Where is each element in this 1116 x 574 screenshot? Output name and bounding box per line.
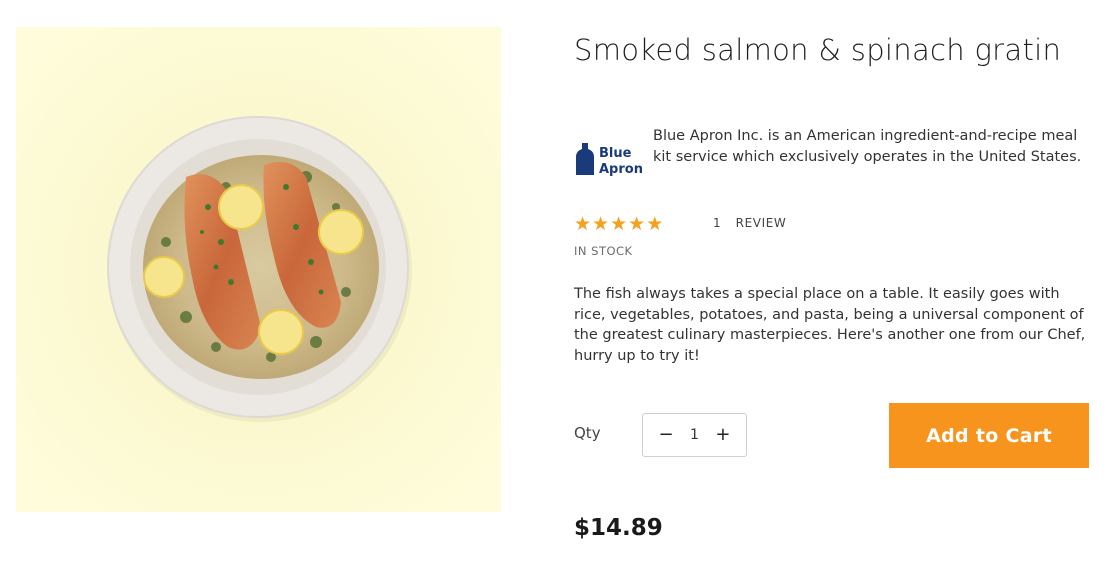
brand-description: Blue Apron Inc. is an American ingredien… [653, 128, 1082, 165]
logo-word-2: Apron [599, 162, 643, 177]
product-price: $14.89 [574, 515, 663, 541]
star-icon: ★ [610, 213, 628, 235]
rating-stars: ★ ★ ★ ★ ★ [574, 214, 663, 234]
apron-icon [576, 143, 594, 175]
review-link[interactable]: 1 REVIEW [713, 216, 786, 230]
review-count: 1 [713, 216, 722, 230]
decrement-button[interactable]: − [656, 425, 676, 445]
quantity-stepper: − 1 + [642, 413, 747, 457]
increment-button[interactable]: + [713, 425, 733, 445]
star-icon: ★ [592, 213, 610, 235]
star-icon: ★ [628, 213, 646, 235]
product-image [16, 27, 501, 512]
review-label: REVIEW [735, 216, 787, 230]
salmon-dish-illustration [107, 116, 412, 422]
blue-apron-logo: Blue Apron [574, 141, 646, 179]
star-icon: ★ [574, 213, 592, 235]
logo-word-1: Blue [599, 146, 632, 161]
product-description: The fish always takes a special place on… [574, 286, 1086, 364]
qty-label: Qty [574, 424, 601, 442]
product-title: Smoked salmon & spinach gratin [574, 33, 1062, 67]
stock-status: IN STOCK [574, 244, 633, 258]
add-to-cart-button[interactable]: Add to Cart [889, 403, 1089, 468]
star-icon: ★ [646, 213, 664, 235]
quantity-value[interactable]: 1 [690, 427, 699, 443]
